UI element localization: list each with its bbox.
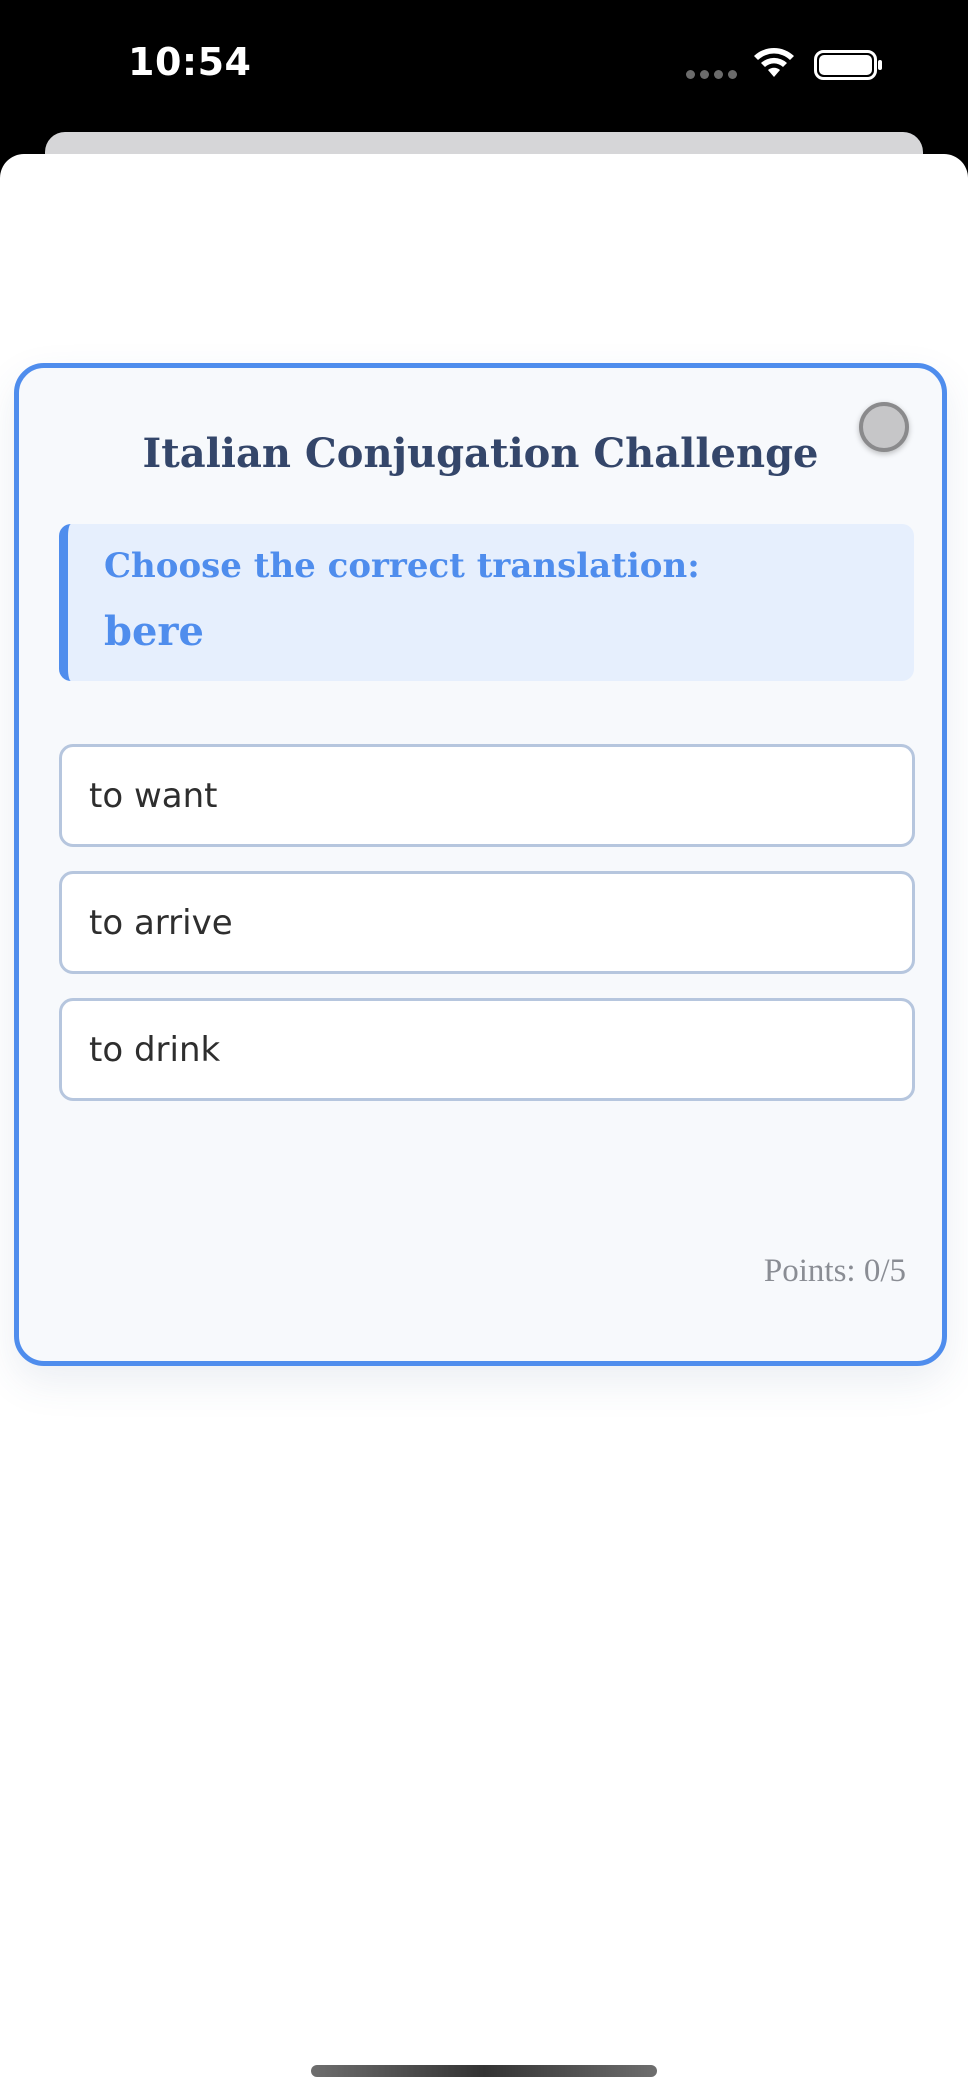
answer-option-to-drink[interactable]: to drink <box>59 998 915 1101</box>
cellular-signal-icon <box>686 70 737 79</box>
question-prompt: Choose the correct translation: bere <box>59 524 914 681</box>
prompt-word: bere <box>104 608 204 655</box>
battery-icon <box>814 50 882 80</box>
points-counter: Points: 0/5 <box>763 1253 906 1289</box>
answer-option-to-arrive[interactable]: to arrive <box>59 871 915 974</box>
status-time: 10:54 <box>128 40 252 84</box>
modal-sheet: Italian Conjugation Challenge Choose the… <box>0 154 968 2097</box>
status-bar: 10:54 <box>0 0 968 130</box>
quiz-title: Italian Conjugation Challenge <box>142 430 819 477</box>
wifi-icon <box>754 48 794 77</box>
home-indicator[interactable] <box>311 2065 657 2077</box>
prompt-instruction: Choose the correct translation: <box>104 546 700 586</box>
quiz-card: Italian Conjugation Challenge Choose the… <box>14 363 947 1366</box>
answer-option-to-want[interactable]: to want <box>59 744 915 847</box>
